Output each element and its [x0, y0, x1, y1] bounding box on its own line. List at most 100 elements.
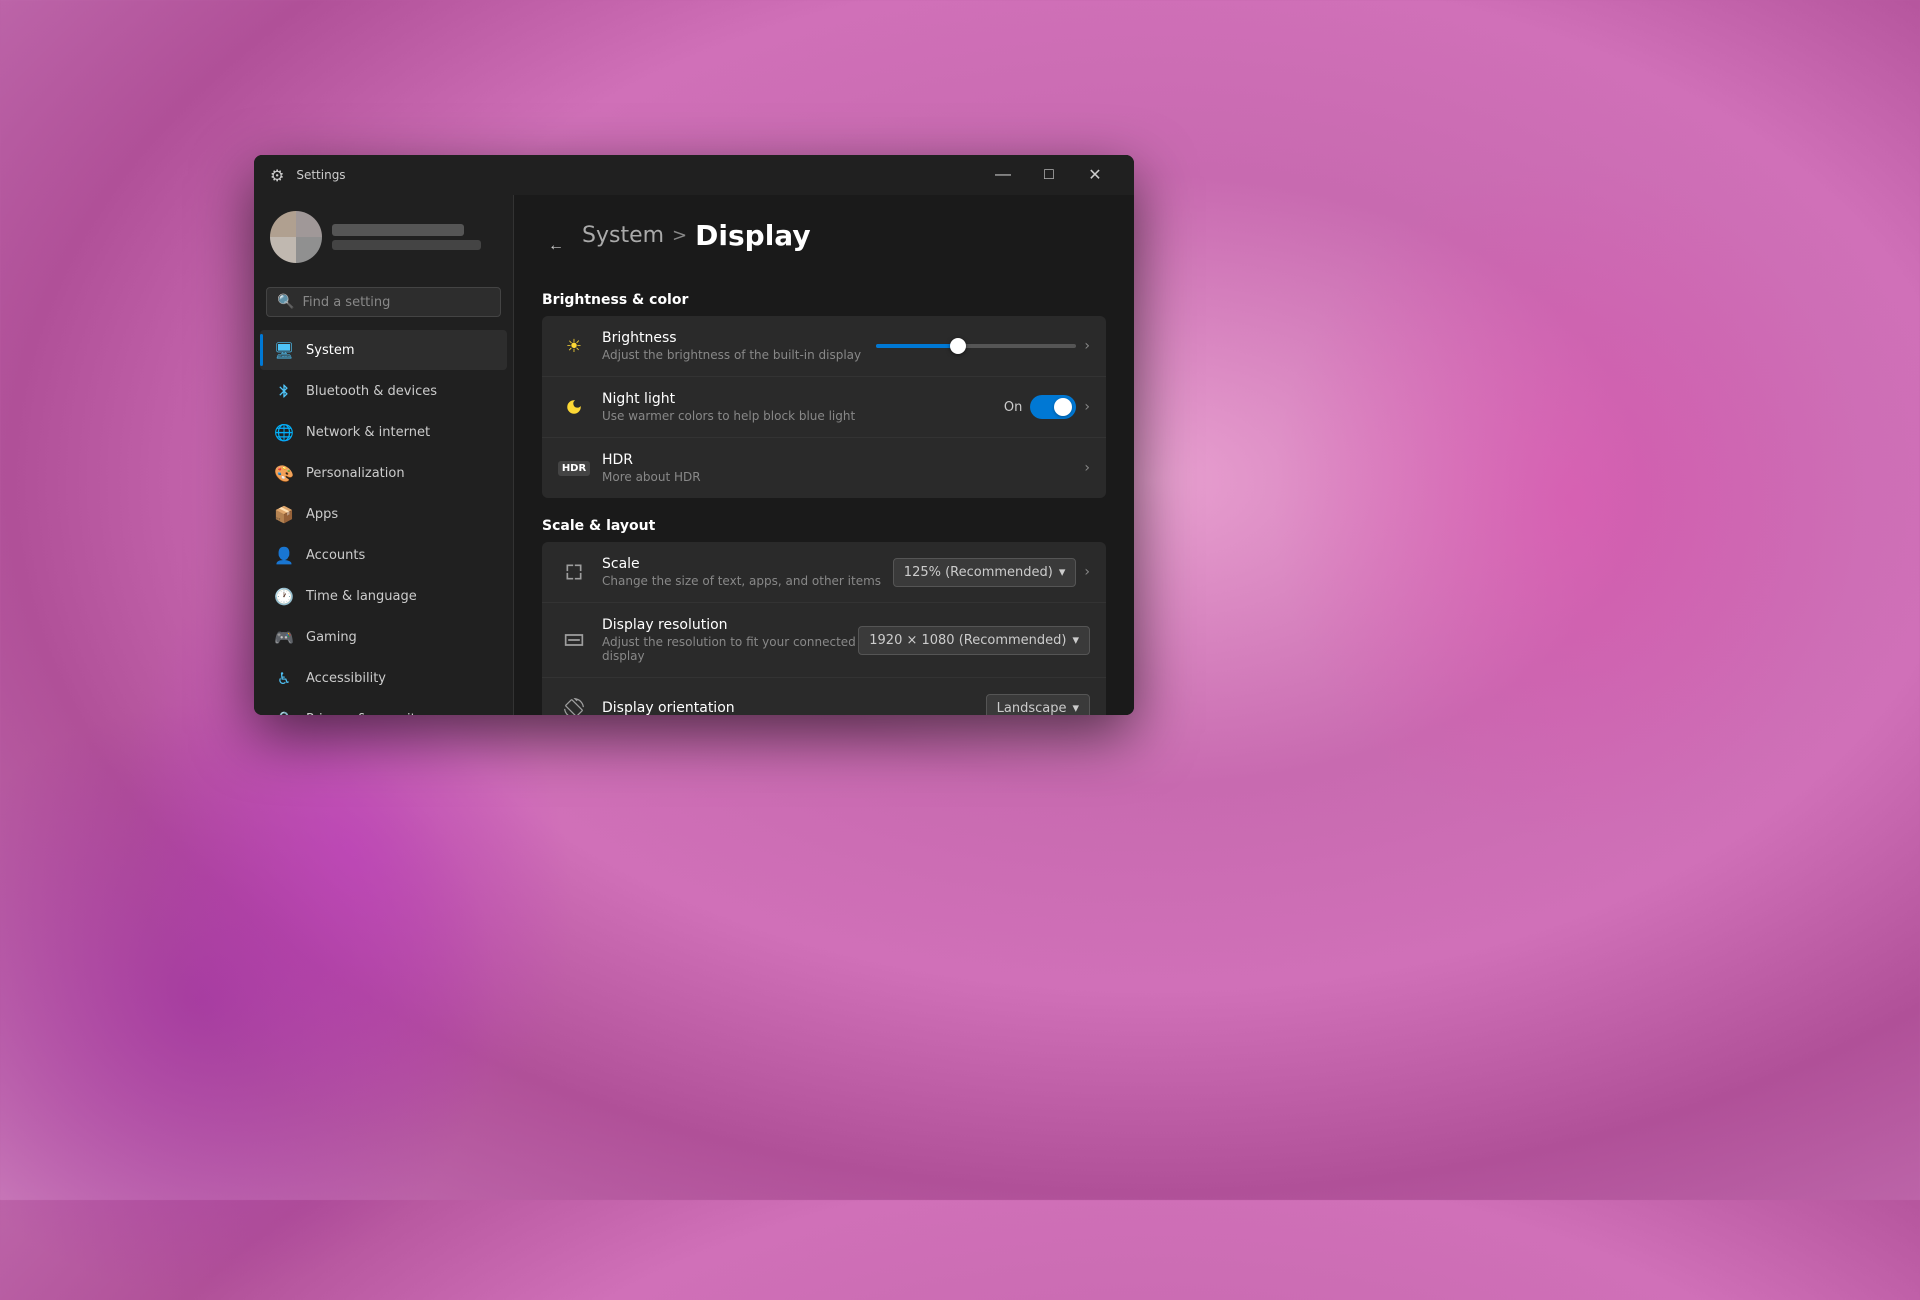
title-bar-controls: — □ ✕ — [980, 159, 1118, 191]
gaming-icon: 🎮 — [274, 627, 294, 647]
scale-title: Scale — [602, 556, 893, 572]
window-body: 🔍 🖥 System Bluetooth & devices 🌐 — [254, 195, 1134, 715]
search-icon: 🔍 — [277, 294, 294, 310]
sidebar-item-gaming[interactable]: 🎮 Gaming — [260, 617, 507, 657]
section-brightness-color-header: Brightness & color — [542, 292, 1106, 308]
sidebar-item-network[interactable]: 🌐 Network & internet — [260, 412, 507, 452]
sidebar-item-privacy[interactable]: 🔒 Privacy & security — [260, 699, 507, 715]
accounts-icon: 👤 — [274, 545, 294, 565]
settings-window: ⚙ Settings — □ ✕ — [254, 155, 1134, 715]
breadcrumb-area: ← System > Display — [542, 219, 1106, 272]
brightness-chevron: › — [1084, 338, 1090, 354]
minimize-button[interactable]: — — [980, 159, 1026, 191]
title-bar-title: Settings — [296, 168, 345, 182]
display-resolution-value: 1920 × 1080 (Recommended) — [869, 633, 1066, 648]
scale-control: 125% (Recommended) ▾ › — [893, 558, 1090, 587]
hdr-desc: More about HDR — [602, 470, 1084, 484]
hdr-chevron: › — [1084, 460, 1090, 476]
night-light-text: Night light Use warmer colors to help bl… — [602, 391, 1004, 423]
display-resolution-title: Display resolution — [602, 617, 858, 633]
brightness-title: Brightness — [602, 330, 876, 346]
brightness-control: › — [876, 336, 1090, 356]
night-light-row[interactable]: Night light Use warmer colors to help bl… — [542, 377, 1106, 438]
sidebar-item-bluetooth[interactable]: Bluetooth & devices — [260, 371, 507, 411]
bluetooth-icon — [274, 381, 294, 401]
scale-desc: Change the size of text, apps, and other… — [602, 574, 893, 588]
breadcrumb: System > Display — [582, 219, 811, 252]
privacy-icon: 🔒 — [274, 709, 294, 715]
sidebar-item-personalization[interactable]: 🎨 Personalization — [260, 453, 507, 493]
user-profile[interactable] — [254, 195, 513, 279]
sidebar-item-time-label: Time & language — [306, 589, 417, 604]
hdr-icon-container: HDR — [558, 452, 590, 484]
section-scale-layout-header: Scale & layout — [542, 518, 1106, 534]
sidebar-item-bluetooth-label: Bluetooth & devices — [306, 384, 437, 399]
user-info — [332, 224, 497, 250]
scale-layout-card: Scale Change the size of text, apps, and… — [542, 542, 1106, 715]
maximize-button[interactable]: □ — [1026, 159, 1072, 191]
personalization-icon: 🎨 — [274, 463, 294, 483]
display-resolution-dropdown-arrow: ▾ — [1072, 633, 1079, 648]
night-light-toggle[interactable] — [1030, 395, 1076, 419]
sidebar-item-privacy-label: Privacy & security — [306, 712, 423, 716]
search-input[interactable] — [302, 295, 490, 310]
slider-fill — [876, 344, 952, 348]
apps-icon: 📦 — [274, 504, 294, 524]
toggle-thumb — [1054, 398, 1072, 416]
brightness-row[interactable]: ☀ Brightness Adjust the brightness of th… — [542, 316, 1106, 377]
hdr-text: HDR More about HDR — [602, 452, 1084, 484]
sidebar-item-system[interactable]: 🖥 System — [260, 330, 507, 370]
display-orientation-dropdown[interactable]: Landscape ▾ — [986, 694, 1090, 716]
sidebar-item-accounts-label: Accounts — [306, 548, 365, 563]
slider-thumb[interactable] — [950, 338, 966, 354]
sidebar-item-time[interactable]: 🕐 Time & language — [260, 576, 507, 616]
night-light-title: Night light — [602, 391, 1004, 407]
user-name — [332, 224, 464, 236]
sidebar-item-apps-label: Apps — [306, 507, 338, 522]
sidebar-item-personalization-label: Personalization — [306, 466, 405, 481]
slider-track — [876, 344, 1076, 348]
night-light-chevron: › — [1084, 399, 1090, 415]
night-light-value: On — [1004, 400, 1022, 415]
display-resolution-control: 1920 × 1080 (Recommended) ▾ — [858, 626, 1090, 655]
scale-text: Scale Change the size of text, apps, and… — [602, 556, 893, 588]
brightness-text: Brightness Adjust the brightness of the … — [602, 330, 876, 362]
display-orientation-icon — [558, 692, 590, 715]
sidebar: 🔍 🖥 System Bluetooth & devices 🌐 — [254, 195, 514, 715]
hdr-row[interactable]: HDR HDR More about HDR › — [542, 438, 1106, 498]
breadcrumb-parent[interactable]: System — [582, 223, 664, 248]
hdr-control: › — [1084, 460, 1090, 476]
display-resolution-dropdown[interactable]: 1920 × 1080 (Recommended) ▾ — [858, 626, 1090, 655]
main-content: ← System > Display Brightness & color ☀ … — [514, 195, 1134, 715]
brightness-icon: ☀ — [558, 330, 590, 362]
brightness-slider[interactable] — [876, 336, 1076, 356]
search-box[interactable]: 🔍 — [266, 287, 501, 317]
sidebar-item-accessibility[interactable]: ♿ Accessibility — [260, 658, 507, 698]
display-resolution-desc: Adjust the resolution to fit your connec… — [602, 635, 858, 663]
hdr-title: HDR — [602, 452, 1084, 468]
settings-app-icon: ⚙ — [270, 166, 284, 185]
display-orientation-title: Display orientation — [602, 700, 986, 715]
sidebar-item-network-label: Network & internet — [306, 425, 430, 440]
system-icon: 🖥 — [274, 340, 294, 360]
hdr-icon: HDR — [558, 461, 590, 476]
close-button[interactable]: ✕ — [1072, 159, 1118, 191]
display-orientation-control: Landscape ▾ — [986, 694, 1090, 716]
brightness-color-card: ☀ Brightness Adjust the brightness of th… — [542, 316, 1106, 498]
scale-icon — [558, 556, 590, 588]
sidebar-item-accounts[interactable]: 👤 Accounts — [260, 535, 507, 575]
display-orientation-value: Landscape — [997, 701, 1067, 716]
back-button[interactable]: ← — [542, 232, 570, 260]
title-bar-left: ⚙ Settings — [270, 166, 346, 185]
scale-dropdown[interactable]: 125% (Recommended) ▾ — [893, 558, 1077, 587]
scale-row[interactable]: Scale Change the size of text, apps, and… — [542, 542, 1106, 603]
display-orientation-row[interactable]: Display orientation Landscape ▾ — [542, 678, 1106, 715]
network-icon: 🌐 — [274, 422, 294, 442]
display-resolution-text: Display resolution Adjust the resolution… — [602, 617, 858, 663]
sidebar-item-accessibility-label: Accessibility — [306, 671, 386, 686]
display-resolution-row[interactable]: Display resolution Adjust the resolution… — [542, 603, 1106, 678]
scale-dropdown-arrow: ▾ — [1059, 565, 1066, 580]
brightness-desc: Adjust the brightness of the built-in di… — [602, 348, 876, 362]
sidebar-item-apps[interactable]: 📦 Apps — [260, 494, 507, 534]
night-light-icon — [558, 391, 590, 423]
